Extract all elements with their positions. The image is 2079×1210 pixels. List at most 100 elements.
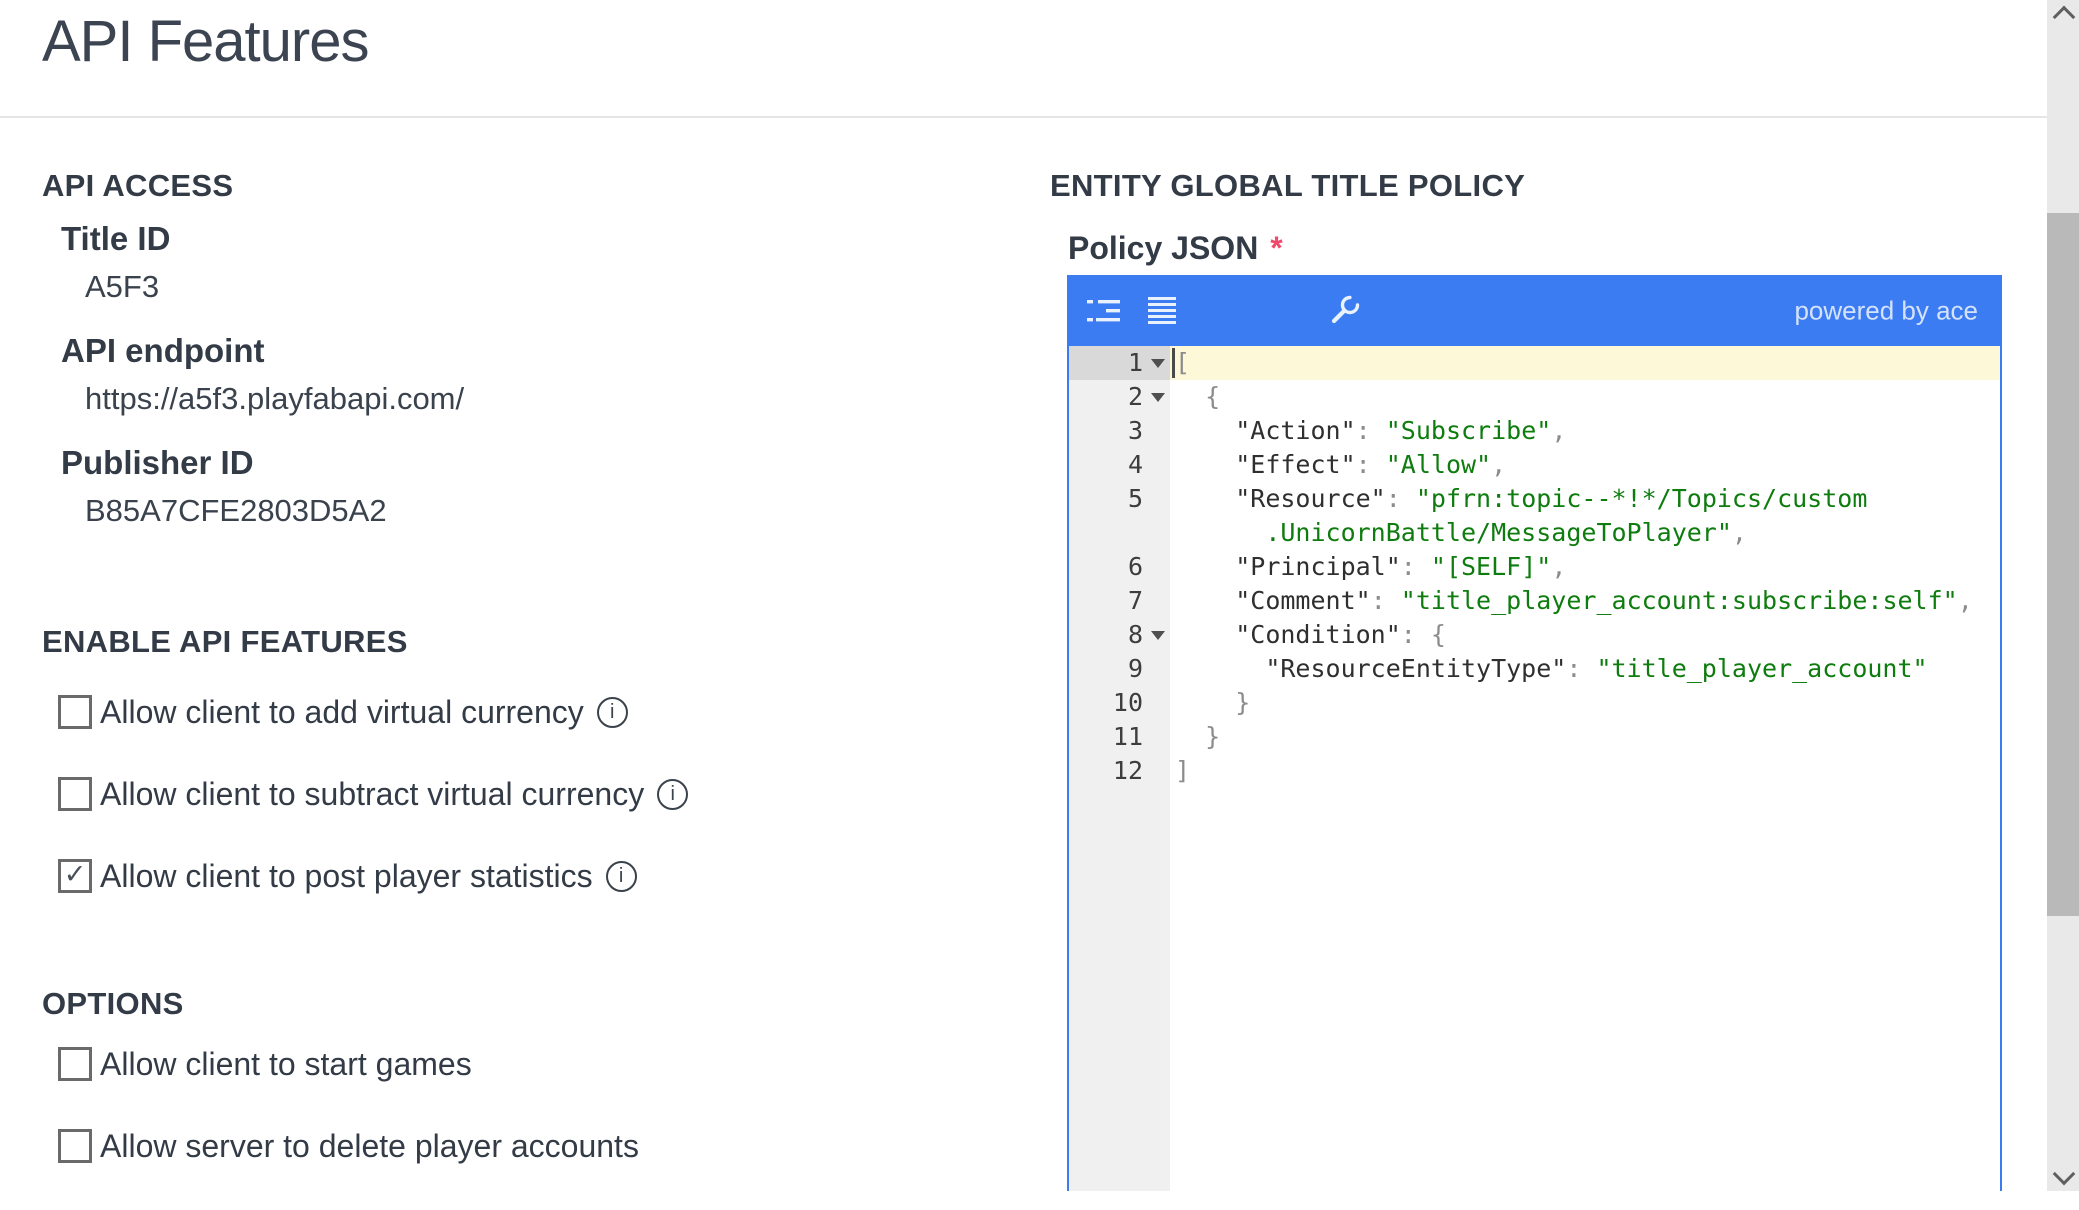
- fold-arrow-icon[interactable]: [1151, 631, 1165, 640]
- code-token: .UnicornBattle/MessageToPlayer": [1265, 518, 1732, 547]
- code-token: ,: [1731, 518, 1747, 547]
- code-token: {: [1175, 382, 1221, 411]
- info-icon[interactable]: i: [596, 696, 628, 728]
- scroll-up-icon[interactable]: [2052, 5, 2076, 29]
- checkbox-row: Allow client to add virtual currency i: [58, 694, 688, 730]
- code-token: "Comment": [1235, 586, 1371, 615]
- field-label: API endpoint: [61, 332, 265, 369]
- code-token: :: [1400, 552, 1431, 581]
- code-token: }: [1175, 722, 1221, 751]
- checkbox[interactable]: ✓: [58, 859, 92, 893]
- editor-toolbar: powered by ace: [1069, 275, 2000, 346]
- field-value: B85A7CFE2803D5A2: [85, 493, 387, 528]
- code-line[interactable]: "Effect": "Allow",: [1170, 448, 2000, 482]
- api-access-field: Publisher ID B85A7CFE2803D5A2: [61, 444, 387, 529]
- page-scrollbar[interactable]: [2047, 0, 2079, 1191]
- info-icon[interactable]: i: [605, 860, 637, 892]
- gutter-line-number: 6: [1127, 552, 1143, 581]
- checkbox[interactable]: [58, 1129, 92, 1163]
- text-cursor: [1172, 348, 1175, 378]
- code-token: "Condition": [1235, 620, 1401, 649]
- api-access-field: Title ID A5F3: [61, 220, 170, 305]
- scrollbar-thumb[interactable]: [2047, 213, 2079, 916]
- gutter-line-number: 5: [1127, 484, 1143, 513]
- code-token: "[SELF]": [1430, 552, 1552, 581]
- gutter-line-number: 1: [1069, 346, 1170, 380]
- checkmark-icon: ✓: [63, 859, 87, 889]
- code-token: "Action": [1235, 416, 1356, 445]
- code-line[interactable]: }: [1170, 720, 2000, 754]
- field-label: Publisher ID: [61, 444, 254, 481]
- fold-arrow-icon[interactable]: [1151, 359, 1165, 368]
- code-token: : {: [1400, 620, 1446, 649]
- api-access-field: API endpoint https://a5f3.playfabapi.com/: [61, 332, 464, 417]
- indent-settings-icon[interactable]: [1087, 299, 1120, 323]
- code-token: "Principal": [1235, 552, 1401, 581]
- checkbox-label: Allow server to delete player accounts: [100, 1127, 639, 1164]
- code-token: ,: [1491, 450, 1507, 479]
- code-token: :: [1566, 654, 1597, 683]
- editor-gutter: 1 2 3 4 5 6 7 8 9 10 11 12: [1069, 346, 1170, 1191]
- gutter-line-number: 9: [1127, 654, 1143, 683]
- header-divider: [0, 116, 2047, 118]
- checkbox-label: Allow client to subtract virtual currenc…: [100, 775, 645, 812]
- fold-arrow-icon[interactable]: [1151, 393, 1165, 402]
- gutter-line-number: 4: [1127, 450, 1143, 479]
- gutter-line-number: 12: [1112, 756, 1143, 785]
- section-heading-enable-api-features: ENABLE API FEATURES: [42, 624, 408, 659]
- wrench-settings-icon[interactable]: [1327, 293, 1363, 329]
- code-token: "Resource": [1235, 484, 1386, 513]
- code-token: :: [1355, 416, 1386, 445]
- field-label: Title ID: [61, 220, 171, 257]
- gutter-line-number: 7: [1127, 586, 1143, 615]
- field-value: https://a5f3.playfabapi.com/: [85, 381, 465, 416]
- code-line[interactable]: {: [1170, 380, 2000, 414]
- code-line[interactable]: .UnicornBattle/MessageToPlayer",: [1170, 516, 2000, 550]
- gutter-line-number: 2: [1069, 380, 1170, 414]
- code-line[interactable]: "Resource": "pfrn:topic--*!*/Topics/cust…: [1170, 482, 2000, 516]
- info-icon[interactable]: i: [657, 778, 689, 810]
- page-title: API Features: [42, 9, 369, 74]
- checkbox[interactable]: [58, 695, 92, 729]
- options-list: Allow client to start games Allow server …: [58, 1046, 639, 1210]
- code-line[interactable]: "ResourceEntityType": "title_player_acco…: [1170, 652, 2000, 686]
- code-line[interactable]: [: [1170, 346, 2000, 380]
- ace-editor[interactable]: 1 2 3 4 5 6 7 8 9 10 11 12 [ { "Action": "Subscribe…: [1069, 346, 2000, 1191]
- enable-api-features-list: Allow client to add virtual currency i All…: [58, 694, 689, 940]
- align-lines-icon[interactable]: [1148, 297, 1176, 324]
- gutter-line-number: 11: [1112, 722, 1143, 751]
- code-line[interactable]: "Action": "Subscribe",: [1170, 414, 2000, 448]
- code-line[interactable]: "Comment": "title_player_account:subscri…: [1170, 584, 2000, 618]
- code-line[interactable]: }: [1170, 686, 2000, 720]
- checkbox-row: Allow server to delete player accounts: [58, 1128, 639, 1164]
- checkbox-label: Allow client to post player statistics: [100, 857, 593, 894]
- code-token: "Effect": [1235, 450, 1356, 479]
- scroll-down-icon[interactable]: [2052, 1162, 2076, 1186]
- checkbox[interactable]: [58, 777, 92, 811]
- code-token: "ResourceEntityType": [1265, 654, 1567, 683]
- code-token: ,: [1957, 586, 1973, 615]
- code-token: [: [1175, 348, 1191, 377]
- field-value: A5F3: [85, 269, 160, 304]
- code-line[interactable]: "Condition": {: [1170, 618, 2000, 652]
- powered-by-ace-label: powered by ace: [1794, 295, 1978, 325]
- code-token: "title_player_account": [1596, 654, 1928, 683]
- code-line[interactable]: ]: [1170, 754, 2000, 788]
- checkbox[interactable]: [58, 1047, 92, 1081]
- policy-json-editor: powered by ace 1 2 3 4 5 6 7 8 9 10 11 12 [ { "Acti…: [1067, 275, 2002, 1191]
- checkbox-row: Allow client to start games: [58, 1046, 639, 1082]
- code-token: ,: [1551, 416, 1567, 445]
- section-heading-entity-global-title-policy: ENTITY GLOBAL TITLE POLICY: [1050, 168, 1526, 203]
- editor-code-content[interactable]: [ { "Action": "Subscribe", "Effect": "Al…: [1170, 346, 2000, 1191]
- checkbox-row: Allow client to subtract virtual currenc…: [58, 775, 689, 812]
- code-token: "pfrn:topic--*!*/Topics/custom: [1415, 484, 1868, 513]
- checkbox-row: ✓ Allow client to post player statistics i: [58, 858, 688, 894]
- code-token: "title_player_account:subscribe:self": [1400, 586, 1958, 615]
- code-line[interactable]: "Principal": "[SELF]",: [1170, 550, 2000, 584]
